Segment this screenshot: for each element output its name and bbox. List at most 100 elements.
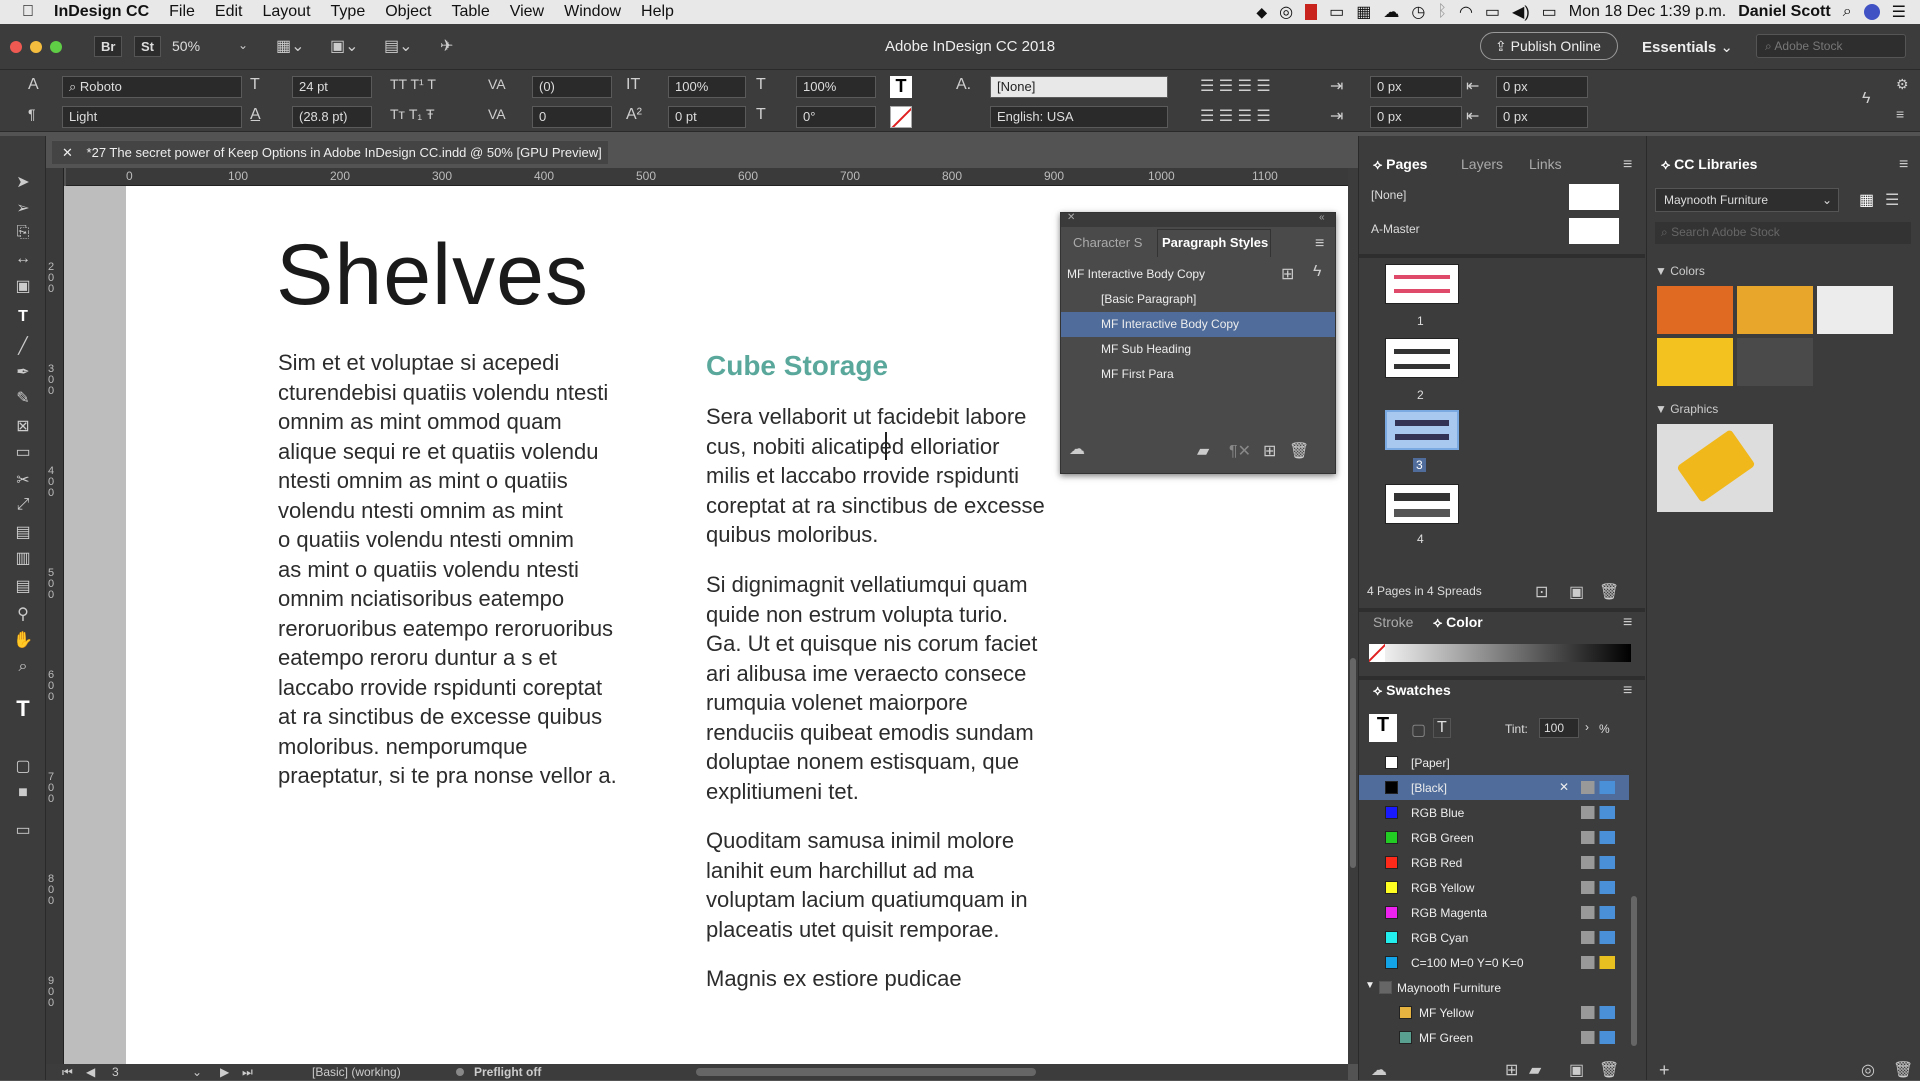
right-indent-field[interactable]: 0 px xyxy=(1496,76,1588,98)
collapse-panel-icon[interactable]: « xyxy=(1319,212,1325,223)
next-page-icon[interactable]: ▶ xyxy=(220,1065,229,1079)
delete-library-item-icon[interactable]: 🗑 xyxy=(1893,1060,1913,1080)
tab-stroke[interactable]: Stroke xyxy=(1373,614,1413,630)
clock[interactable]: Mon 18 Dec 1:39 p.m. xyxy=(1569,3,1726,21)
language-field[interactable]: English: USA xyxy=(990,106,1168,128)
menu-layout[interactable]: Layout xyxy=(252,3,320,21)
panel-menu-icon[interactable]: ≡ xyxy=(1623,156,1632,174)
align-left-icon[interactable]: ☰ ☰ ☰ ☰ xyxy=(1200,76,1271,96)
zoom-dropdown-icon[interactable]: ⌄ xyxy=(238,38,248,52)
vertical-ruler[interactable]: 200 300 400 500 600 700 800 900 xyxy=(46,168,64,1064)
font-family-field[interactable]: ⌕ Roboto xyxy=(62,76,242,98)
stock-search-field[interactable]: ⌕ Search Adobe Stock xyxy=(1655,222,1911,244)
tracking-field[interactable]: 0 xyxy=(532,106,612,128)
pencil-tool-icon[interactable]: ✎ xyxy=(10,388,36,412)
new-swatch-icon[interactable]: ▣ xyxy=(1569,1060,1584,1080)
content-collector-icon[interactable]: ▣ xyxy=(10,276,36,300)
cc-library-icon[interactable]: ☁ xyxy=(1069,439,1085,459)
quick-apply-icon[interactable]: ϟ xyxy=(1313,263,1321,281)
page-dropdown-icon[interactable]: ⌄ xyxy=(192,1065,202,1079)
bridge-button[interactable]: Br xyxy=(94,36,123,57)
panel-menu-icon[interactable]: ≡ xyxy=(1623,682,1632,700)
previous-page-icon[interactable]: ◀ xyxy=(86,1065,95,1079)
arrange-documents-icon[interactable]: ▤⌄ xyxy=(384,36,413,56)
hand-tool-icon[interactable]: ✋ xyxy=(10,630,36,654)
line-tool-icon[interactable]: ╱ xyxy=(10,336,36,360)
container-format-icon[interactable]: ▢ xyxy=(1411,720,1426,740)
new-page-icon[interactable]: ▣ xyxy=(1569,582,1584,602)
skew-field[interactable]: 0° xyxy=(796,106,876,128)
direct-selection-tool-icon[interactable]: ➢ xyxy=(10,198,36,222)
character-style-field[interactable]: [None] xyxy=(990,76,1168,98)
user-name[interactable]: Daniel Scott xyxy=(1738,3,1830,21)
grid-view-icon[interactable]: ▦ xyxy=(1859,190,1874,210)
menu-app-name[interactable]: InDesign CC xyxy=(44,3,159,21)
delete-page-icon[interactable]: 🗑 xyxy=(1599,582,1619,602)
page-tool-icon[interactable]: ⎘ xyxy=(10,224,36,248)
bluetooth-icon[interactable]: ᛒ xyxy=(1437,3,1447,21)
space-before-field[interactable]: 0 px xyxy=(1370,106,1462,128)
menu-type[interactable]: Type xyxy=(321,3,376,21)
screen-mode-icon[interactable]: ▣⌄ xyxy=(330,36,359,56)
wifi-icon[interactable]: ◠ xyxy=(1459,2,1473,22)
none-color-swatch[interactable] xyxy=(1369,644,1385,662)
stock-button[interactable]: St xyxy=(134,36,161,57)
tab-color[interactable]: ⟡ Color xyxy=(1433,614,1483,631)
swatch-black[interactable]: [Black] ✕ xyxy=(1359,775,1629,800)
dropbox-icon[interactable]: ◆ xyxy=(1256,4,1267,21)
font-size-field[interactable]: 24 pt xyxy=(292,76,372,98)
rectangle-frame-tool-icon[interactable]: ⊠ xyxy=(10,416,36,440)
vertical-scale-field[interactable]: 100% xyxy=(668,76,746,98)
body-paragraph-2[interactable]: Si dignimagnit vellatiumqui quam quide n… xyxy=(706,570,1126,806)
airplay-icon[interactable]: ▭ xyxy=(1485,2,1500,22)
new-color-group-icon[interactable]: ⊞ xyxy=(1505,1060,1518,1080)
menu-edit[interactable]: Edit xyxy=(205,3,253,21)
close-panel-icon[interactable]: ✕ xyxy=(1067,212,1075,223)
library-color-yellow[interactable] xyxy=(1657,338,1733,386)
style-item-mf-first-para[interactable]: MF First Para xyxy=(1061,362,1335,387)
formatting-affects-text-icon[interactable]: ▢ xyxy=(10,756,36,780)
style-item-mf-sub-heading[interactable]: MF Sub Heading xyxy=(1061,337,1335,362)
swatch-paper[interactable]: [Paper] xyxy=(1359,750,1629,775)
zoom-tool-icon[interactable]: ⌕ xyxy=(10,658,36,682)
page-heading[interactable]: Shelves xyxy=(276,226,589,325)
leading-field[interactable]: (28.8 pt) xyxy=(292,106,372,128)
page-thumb-4[interactable] xyxy=(1385,484,1459,524)
colors-section-header[interactable]: ▼ Colors xyxy=(1655,264,1705,278)
delete-swatch-icon[interactable]: 🗑 xyxy=(1599,1060,1619,1080)
page-thumb-3[interactable] xyxy=(1385,410,1459,450)
document-horizontal-scrollbar[interactable] xyxy=(696,1068,1036,1076)
gap-tool-icon[interactable]: ↔ xyxy=(10,250,36,274)
publish-icon[interactable]: ✈ xyxy=(440,36,453,56)
settings-gear-icon[interactable]: ⚙ xyxy=(1896,76,1909,93)
swatches-scrollbar[interactable] xyxy=(1631,896,1637,1046)
text-format-icon[interactable]: T xyxy=(1433,718,1451,738)
workspace-switcher[interactable]: Essentials ⌄ xyxy=(1642,38,1733,56)
swatch-mf-green[interactable]: MF Green xyxy=(1359,1025,1629,1050)
expand-group-icon[interactable]: ▼ xyxy=(1365,980,1375,991)
new-style-from-selection-icon[interactable]: ⊞ xyxy=(1281,264,1294,284)
library-color-orange[interactable] xyxy=(1657,286,1733,334)
page-thumb-1[interactable] xyxy=(1385,264,1459,304)
body-paragraph-3[interactable]: Quoditam samusa inimil molore lanihit eu… xyxy=(706,826,1126,944)
menu-file[interactable]: File xyxy=(159,3,205,21)
a-master-label[interactable]: A-Master xyxy=(1371,222,1420,236)
apply-color-icon[interactable]: ■ xyxy=(10,784,36,808)
tab-layers[interactable]: Layers xyxy=(1461,156,1503,172)
gradient-feather-tool-icon[interactable]: ▥ xyxy=(10,548,36,572)
list-view-icon[interactable]: ☰ xyxy=(1885,190,1899,210)
time-machine-icon[interactable]: ◷ xyxy=(1411,2,1425,22)
tint-arrow-icon[interactable]: › xyxy=(1585,720,1589,734)
close-window-icon[interactable] xyxy=(10,41,22,53)
zoom-window-icon[interactable] xyxy=(50,41,62,53)
swatch-rgb-blue[interactable]: RGB Blue xyxy=(1359,800,1629,825)
tab-character-styles[interactable]: Character S xyxy=(1073,235,1159,250)
panel-menu-icon[interactable]: ≡ xyxy=(1315,235,1324,253)
edit-page-size-icon[interactable]: ⊡ xyxy=(1535,582,1548,602)
first-page-icon[interactable]: ⏮ xyxy=(62,1065,73,1080)
document-tab[interactable]: ✕ *27 The secret power of Keep Options i… xyxy=(52,140,608,164)
library-graphic-tag[interactable] xyxy=(1657,424,1773,512)
recording-icon[interactable] xyxy=(1305,4,1318,20)
pages-divider[interactable] xyxy=(1359,254,1645,258)
spotlight-search-icon[interactable]: ⌕ xyxy=(1843,3,1852,21)
